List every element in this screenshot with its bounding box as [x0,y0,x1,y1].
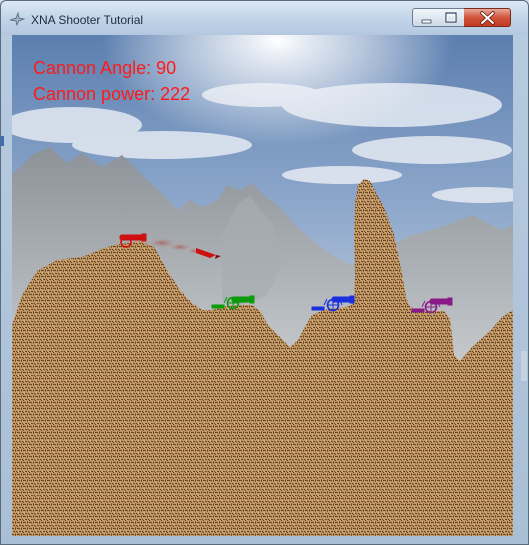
maximize-button[interactable] [438,8,465,27]
cannon-power-label: Cannon power: 222 [33,84,191,104]
app-icon [9,11,25,27]
app-window: XNA Shooter Tutorial Cannon Angle: 90 Ca… [0,0,529,545]
cannon-angle-label: Cannon Angle: 90 [33,58,177,78]
background-window-edge [1,136,4,146]
close-icon [480,11,495,25]
maximize-icon [445,12,457,23]
window-title: XNA Shooter Tutorial [31,13,144,27]
close-button[interactable] [464,8,511,27]
minimize-button[interactable] [412,8,439,27]
title-bar[interactable]: XNA Shooter Tutorial [1,1,528,35]
game-viewport[interactable]: Cannon Angle: 90 Cannon power: 222 [12,35,513,536]
minimize-icon [421,19,432,24]
background-window-edge [521,351,527,381]
game-scene [12,35,513,536]
